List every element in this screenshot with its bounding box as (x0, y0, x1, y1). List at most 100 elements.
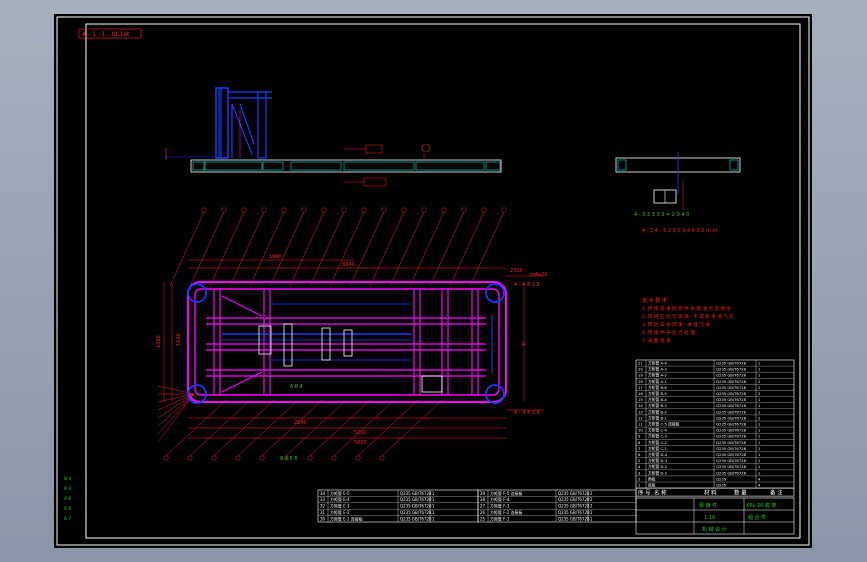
bom-cell: 3 (638, 470, 641, 475)
bom-cell: 4 (638, 464, 641, 469)
title-company: 机 械 设 计 (702, 526, 727, 533)
note-line: 2. 焊 缝 应 均 匀 饱 满 , 不 得 有 夹 渣 气 孔 (642, 313, 734, 320)
title-material: 组 合 件 (748, 514, 766, 521)
legend-item: 4 6 (64, 496, 71, 502)
notes-title: 技 术 要 求 (642, 297, 667, 304)
bom-cell: 方矩管 C-5 连接板 (648, 422, 680, 427)
bom-cell: Q235 GB/T6728 (400, 491, 432, 496)
bom-cell: 方矩管 A-2 (648, 373, 667, 378)
bom-cell: Q235 GB/T6728 (716, 391, 747, 396)
bom-cell: Q235 GB/T6728 (400, 504, 432, 509)
cad-drawing: A - 1 : 1 - 0C1at 4 - 3 3 3 3 3 = 2 0 4 … (56, 16, 810, 546)
bom-cell: Q235 GB/T6728 (716, 470, 747, 475)
bom-cell: 方矩管 A-1 (648, 379, 667, 384)
bom-cell: 方矩管 B-1 (648, 415, 667, 420)
bom-cell: 方矩管 C-2 (648, 440, 667, 445)
bom-cell: Q235 GB/T6728 (716, 367, 747, 372)
bom-table-right: 21 方矩管 A-4 Q235 GB/T6728 120 方矩管 A-3 Q235 GB/… (635, 359, 795, 497)
bom-cell: Q235 GB/T6728 (716, 452, 747, 457)
bom-cell: 18 (638, 379, 643, 384)
bom-cell: 1 (432, 510, 435, 515)
bom-cell: 4 (758, 483, 761, 488)
bom-header-cell: 材 料 (704, 489, 717, 497)
bom-cell: Q235 GB/T6728 (716, 446, 747, 451)
bom-cell: Q235 GB/T6728 (558, 491, 590, 496)
bom-cell: 方矩管 E-2 (330, 510, 350, 515)
corner-note-tr: 4 - 4 4 1 8 (514, 282, 540, 288)
dim-left-h2: 1500 (176, 333, 182, 346)
bom-cell: 9 (638, 434, 641, 439)
bom-cell: 方矩管 B-4 (648, 397, 667, 402)
bom-cell: 7 (638, 446, 641, 451)
bom-cell: 1 (590, 510, 593, 515)
dim-left-h: 1500 (156, 335, 162, 348)
legend-item: 8 4 (64, 476, 71, 482)
green-label-2: 6 8 4 (290, 384, 303, 390)
corner-note-br: 4 - 4 4 1 8 (514, 410, 540, 416)
bom-cell: 1 (758, 470, 761, 475)
bom-cell: 方矩管 F-5 连接板 (490, 491, 522, 496)
bom-cell: 31 (320, 510, 326, 515)
bom-cell: Q235 GB/T6728 (716, 415, 747, 420)
bom-cell: 8 (638, 440, 641, 445)
dim-top-mid: 3840 (342, 262, 355, 268)
bom-cell: 方矩管 B-6 (648, 385, 667, 390)
bom-cell: 方矩管 D-3 (648, 458, 668, 463)
note-line: 3. 焊 后 去 除 焊 渣 , 清 理 飞 溅 (642, 321, 710, 328)
bom-cell: 1 (758, 361, 761, 366)
bom-cell: 1 (638, 483, 641, 488)
bom-cell: 1 (432, 516, 435, 521)
bom-cell: Q235 GB/T6728 (716, 434, 747, 439)
drawing-sheet[interactable]: A - 1 : 1 - 0C1at 4 - 3 3 3 3 3 = 2 0 4 … (54, 14, 812, 548)
bom-cell: 1 (758, 403, 761, 408)
bom-table-bottom-b: 29 方矩管 F-5 连接板 Q235 GB/T6728 228 方矩管 F-4 Q235… (477, 489, 637, 523)
note-line: 4. 焊 接 件 去 应 力 处 理 (642, 329, 695, 336)
bom-cell: 2 (590, 504, 593, 509)
bom-cell: 2 (590, 491, 593, 496)
bom-cell: 1 (758, 422, 761, 427)
bom-cell: 方矩管 B-3 (648, 403, 667, 408)
bom-header-cell: 数 量 (734, 489, 747, 497)
bom-cell: 方矩管 C-3 (648, 434, 667, 439)
bom-cell: 方矩管 F-4 (490, 497, 510, 502)
bom-cell: 34 (320, 491, 326, 496)
bom-cell: 方矩管 E-3 (330, 504, 350, 509)
bom-cell: 方矩管 E-4 (330, 497, 350, 502)
bom-cell: 方矩管 E-1 连接板 (330, 516, 363, 521)
bom-cell: 11 (638, 422, 643, 427)
bom-cell: 方矩管 F-2 连接板 (490, 510, 522, 515)
bom-cell: 1 (758, 409, 761, 414)
bom-cell: Q235 GB/T6728 (716, 428, 747, 433)
bom-cell: 1 (590, 516, 593, 521)
bom-cell: 方矩管 B-5 (648, 391, 667, 396)
bom-cell: 28 (480, 497, 486, 502)
bom-cell: 2 (758, 379, 761, 384)
bom-cell: 15 (638, 397, 643, 402)
bom-cell: Q235 GB/T6728 (558, 510, 590, 515)
angle-note: m4x20 (530, 272, 547, 278)
bom-cell: 19 (638, 373, 643, 378)
bom-cell: 21 (638, 361, 643, 366)
bom-cell: 角板 (648, 476, 656, 481)
bom-cell: 1 (432, 504, 435, 509)
bom-cell: Q235 GB/T6728 (558, 497, 590, 502)
bom-cell: 17 (638, 385, 643, 390)
bom-cell: 方矩管 F-1 (490, 516, 510, 521)
bom-cell: 方矩管 D-1 (648, 470, 668, 475)
bom-cell: 5 (638, 458, 641, 463)
bom-cell: Q235 GB/T6728 (716, 403, 747, 408)
bom-cell: Q235 (716, 483, 727, 488)
bom-cell: 1 (758, 446, 761, 451)
bom-cell: Q235 GB/T6728 (716, 379, 747, 384)
bom-cell: 方矩管 A-4 (648, 361, 667, 366)
side-label-a: A (522, 342, 526, 348)
bom-cell: 方矩管 C-1 (648, 446, 667, 451)
bom-cell: Q235 GB/T6728 (716, 422, 747, 427)
bom-cell: Q235 GB/T6728 (716, 373, 747, 378)
bom-cell: Q235 GB/T6728 (716, 385, 747, 390)
title-drawing-no: XPL-20 底 架 (746, 502, 776, 509)
bom-cell: 33 (320, 497, 326, 502)
bom-cell: Q235 GB/T6728 (716, 440, 747, 445)
title-name: 焊 接 件 (699, 502, 717, 509)
note-line: 5. 表 面 喷 漆 (642, 337, 671, 344)
